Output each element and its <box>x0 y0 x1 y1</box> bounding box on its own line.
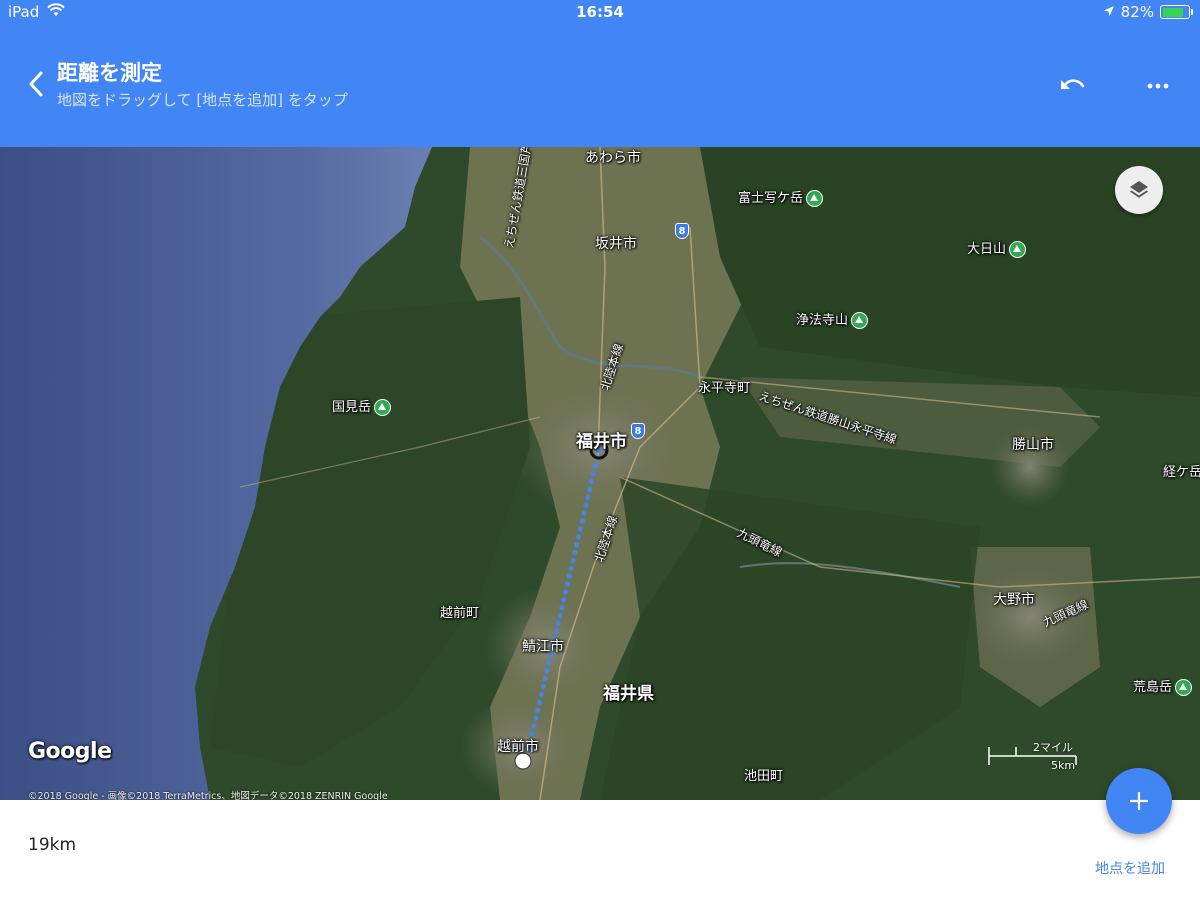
map-copyright: ©2018 Google - 画像©2018 TerraMetrics、地図デー… <box>28 791 388 800</box>
undo-icon <box>1061 79 1085 89</box>
google-logo: Google <box>28 739 112 764</box>
map-label-arashima: 荒島岳 <box>1133 676 1193 696</box>
battery-percent: 82% <box>1120 3 1154 21</box>
map-label-echizen-town: 越前町 <box>440 606 480 621</box>
add-point-label[interactable]: 地点を追加 <box>1095 858 1165 878</box>
mountain-icon <box>1009 241 1027 258</box>
location-arrow-icon <box>1103 3 1115 21</box>
map-label-echizen-city: 越前市 <box>497 739 539 755</box>
battery-icon <box>1160 5 1193 19</box>
map-label-ikeda: 池田町 <box>744 769 784 784</box>
map-label-eiheiji: 永平寺町 <box>698 381 751 396</box>
more-options-button[interactable] <box>1140 68 1176 104</box>
scale-km: 5km <box>1051 759 1076 772</box>
more-horiz-icon <box>1147 83 1169 89</box>
map-label-ono: 大野市 <box>993 592 1035 608</box>
route-line <box>523 447 602 763</box>
mountain-icon <box>851 312 869 329</box>
status-bar: iPad 16:54 82% <box>0 0 1200 26</box>
route-shield-8: 8 <box>675 223 689 239</box>
layers-button[interactable] <box>1115 166 1163 214</box>
map-label-kyouga: 経ケ岳 <box>1163 465 1200 480</box>
map-label-fukui-city: 福井市 <box>576 432 627 452</box>
map-label-sabae: 鯖江市 <box>522 639 564 655</box>
map-label-fujishaga: 富士写ケ岳 <box>738 187 824 207</box>
map-view[interactable]: あわら市 坂井市 富士写ケ岳 大日山 浄法寺山 国見岳 福井市 永平寺町 勝山市… <box>0 147 1200 800</box>
map-label-fukui-pref: 福井県 <box>603 684 654 704</box>
map-scale-bar: 2マイル 5km <box>988 737 1078 777</box>
map-label-joho: 浄法寺山 <box>796 309 869 329</box>
map-label-kunimi: 国見岳 <box>332 396 392 416</box>
mountain-icon <box>1175 679 1193 696</box>
map-label-katsuyama: 勝山市 <box>1012 437 1054 453</box>
map-label-sakai: 坂井市 <box>595 236 637 252</box>
status-time: 16:54 <box>576 3 624 21</box>
add-point-button[interactable] <box>1106 768 1172 834</box>
app-header: iPad 16:54 82% 距離を測定 地図をドラッグして [地点を追加] を… <box>0 0 1200 147</box>
page-title: 距離を測定 <box>57 61 162 85</box>
plus-icon <box>1129 791 1149 811</box>
layers-icon <box>1130 181 1148 198</box>
mountain-icon <box>806 190 824 207</box>
mountain-icon <box>374 399 392 416</box>
map-label-awara: あわら市 <box>585 150 641 166</box>
distance-value: 19km <box>28 835 77 855</box>
back-button[interactable] <box>18 66 54 102</box>
undo-button[interactable] <box>1054 68 1092 104</box>
measure-panel: 19km 地点を追加 <box>0 800 1200 900</box>
scale-miles: 2マイル <box>1033 741 1073 754</box>
map-label-dainichi: 大日山 <box>967 238 1027 258</box>
page-subtitle: 地図をドラッグして [地点を追加] をタップ <box>57 91 348 109</box>
route-shield-8: 8 <box>631 423 645 439</box>
chevron-left-icon <box>29 71 43 97</box>
